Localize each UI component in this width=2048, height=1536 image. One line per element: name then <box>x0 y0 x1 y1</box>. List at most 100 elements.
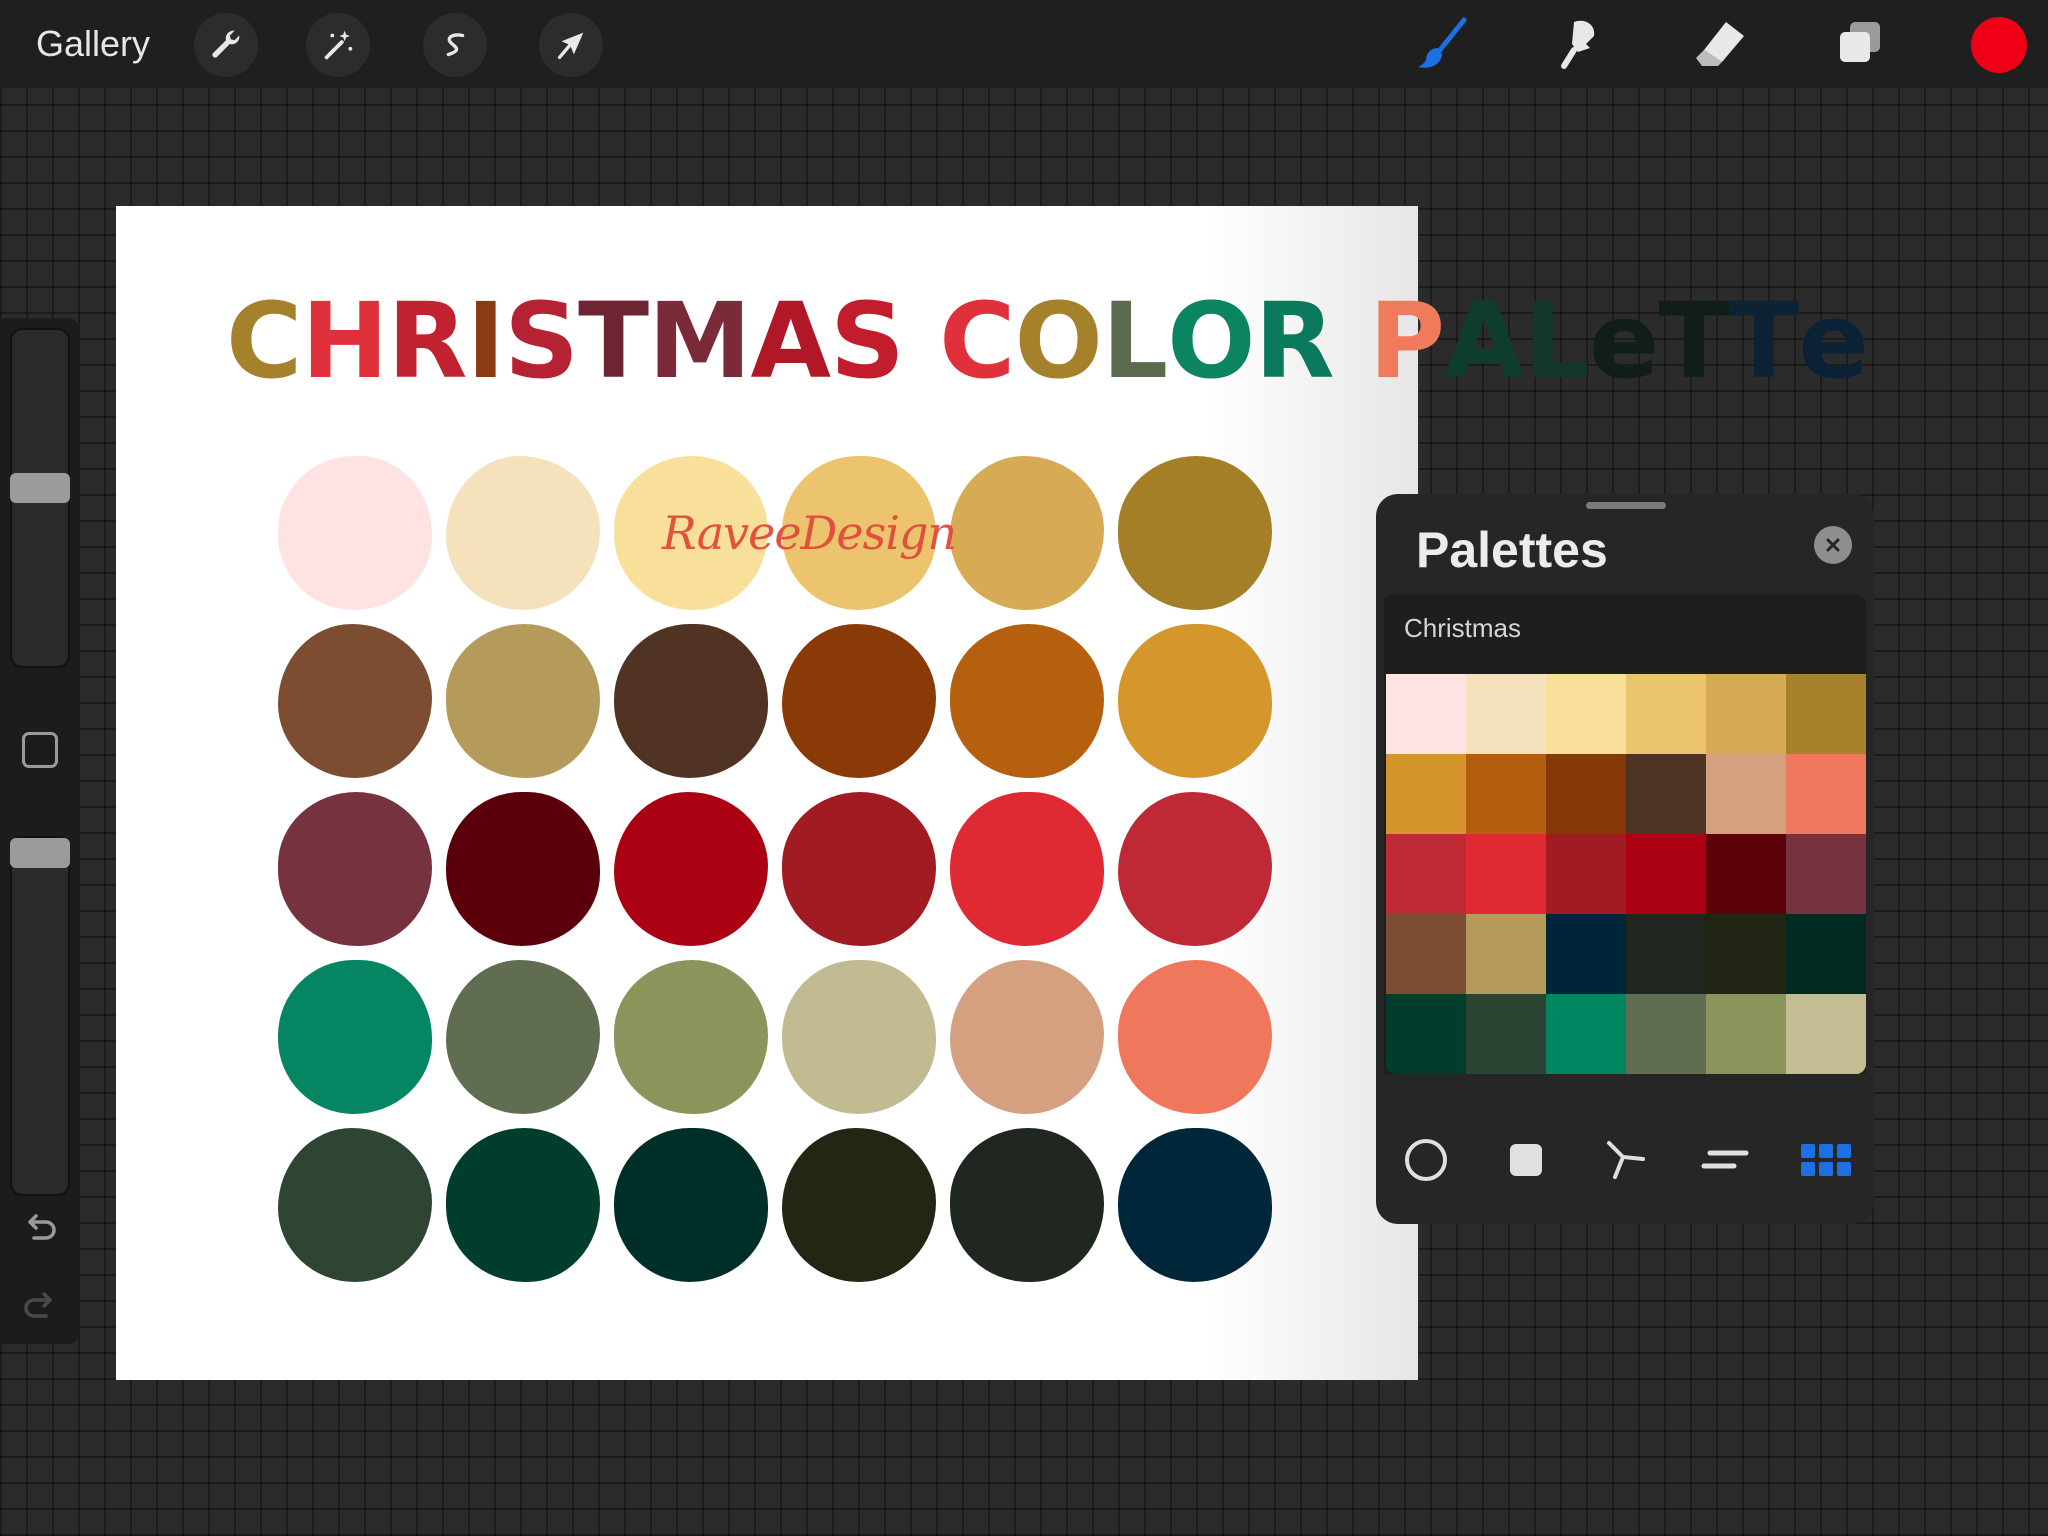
palette-swatch[interactable] <box>1466 914 1546 994</box>
value-view-icon[interactable] <box>1700 1134 1752 1186</box>
palette-swatch[interactable] <box>1386 834 1466 914</box>
color-swatch-blob <box>782 624 936 778</box>
selection-s-icon-glyph <box>446 33 465 57</box>
title-letter: T <box>578 280 649 402</box>
color-swatch-blob <box>1118 792 1272 946</box>
color-swatch-blob <box>950 1128 1104 1282</box>
modify-square-icon[interactable] <box>22 732 58 768</box>
color-swatch-blob <box>446 1128 600 1282</box>
title-letter: R <box>1254 280 1369 402</box>
watermark-text: RaveeDesign <box>662 506 957 560</box>
title-letter: T <box>1728 280 1799 402</box>
palette-name[interactable]: Christmas <box>1404 610 1521 646</box>
color-swatch-blob <box>446 960 600 1114</box>
title-letter: C <box>226 280 302 402</box>
selection-s-icon[interactable] <box>423 13 487 77</box>
smudge-icon[interactable] <box>1546 10 1614 78</box>
palette-swatch[interactable] <box>1786 754 1866 834</box>
wrench-icon[interactable] <box>194 13 258 77</box>
gallery-button[interactable]: Gallery <box>36 22 150 66</box>
color-swatch-blob <box>614 624 768 778</box>
palette-swatch[interactable] <box>1466 834 1546 914</box>
classic-view-icon[interactable] <box>1500 1134 1552 1186</box>
palette-swatch[interactable] <box>1626 834 1706 914</box>
color-swatch-blob <box>950 624 1104 778</box>
palette-swatch[interactable] <box>1546 674 1626 754</box>
color-swatch-blob <box>1118 1128 1272 1282</box>
palette-swatch[interactable] <box>1386 994 1466 1074</box>
palette-swatch[interactable] <box>1546 914 1626 994</box>
opacity-slider[interactable] <box>10 836 70 1196</box>
palette-swatch[interactable] <box>1626 674 1706 754</box>
eraser-icon[interactable] <box>1686 10 1754 78</box>
palette-swatch[interactable] <box>1626 754 1706 834</box>
title-letter: e <box>1798 280 1869 402</box>
palette-swatch[interactable] <box>1706 674 1786 754</box>
palette-swatch[interactable] <box>1786 914 1866 994</box>
classic-view-icon-glyph <box>1510 1144 1542 1176</box>
left-sidebar <box>0 318 80 1344</box>
color-swatch-blob <box>950 456 1104 610</box>
color-view-tabs <box>1376 1124 1874 1194</box>
top-toolbar: Gallery <box>0 0 2048 88</box>
wrench-icon-glyph <box>212 30 240 58</box>
palette-swatch[interactable] <box>1386 674 1466 754</box>
redo-icon[interactable] <box>20 1286 60 1326</box>
title-letter: L <box>1523 280 1590 402</box>
palette-swatch[interactable] <box>1546 754 1626 834</box>
brush-size-handle[interactable] <box>10 472 70 503</box>
palette-swatch[interactable] <box>1466 994 1546 1074</box>
palette-swatch[interactable] <box>1706 834 1786 914</box>
title-letter: I <box>466 280 505 402</box>
color-swatch-blob <box>950 960 1104 1114</box>
palette-swatch[interactable] <box>1546 834 1626 914</box>
arrow-cursor-icon-glyph <box>557 32 584 60</box>
color-swatch-blob <box>278 1128 432 1282</box>
color-swatch-blob <box>614 960 768 1114</box>
palette-swatch[interactable] <box>1786 994 1866 1074</box>
disc-view-icon[interactable] <box>1400 1134 1452 1186</box>
current-color-button[interactable] <box>1971 17 2027 73</box>
magic-wand-icon[interactable] <box>306 13 370 77</box>
palette-grid <box>1386 674 1866 1074</box>
title-letter: A <box>1444 280 1524 402</box>
palette-swatch[interactable] <box>1706 914 1786 994</box>
harmony-view-icon[interactable] <box>1600 1134 1652 1186</box>
palette-swatch[interactable] <box>1706 994 1786 1074</box>
arrow-cursor-icon[interactable] <box>539 13 603 77</box>
panel-grabber[interactable] <box>1586 502 1666 509</box>
smudge-icon-glyph <box>1561 20 1595 69</box>
panel-title: Palettes <box>1416 522 1608 578</box>
title-letter: H <box>301 280 388 402</box>
drawing-canvas[interactable]: CHRISTMAS COLOR PALeTTe RaveeDesign <box>116 206 1869 1380</box>
opacity-handle[interactable] <box>10 838 70 868</box>
palette-swatch[interactable] <box>1626 994 1706 1074</box>
palette-swatch[interactable] <box>1466 674 1546 754</box>
layers-icon[interactable] <box>1826 10 1894 78</box>
palette-swatch[interactable] <box>1466 754 1546 834</box>
color-swatch-blob <box>950 792 1104 946</box>
brush-icon-glyph <box>1418 17 1467 68</box>
close-icon[interactable] <box>1814 526 1852 564</box>
palette-swatch[interactable] <box>1626 914 1706 994</box>
title-letter: e <box>1588 280 1660 402</box>
color-swatch-blob <box>614 1128 768 1282</box>
artwork-title: CHRISTMAS COLOR PALeTTe <box>226 266 1869 416</box>
swatch-blob-grid <box>278 456 1292 1306</box>
palette-swatch[interactable] <box>1786 674 1866 754</box>
palette-swatch[interactable] <box>1386 754 1466 834</box>
palette-swatch[interactable] <box>1706 754 1786 834</box>
palette-swatch[interactable] <box>1786 834 1866 914</box>
color-swatch-blob <box>278 792 432 946</box>
magic-wand-icon-glyph <box>324 30 353 60</box>
undo-icon[interactable] <box>20 1208 60 1248</box>
palette-swatch[interactable] <box>1386 914 1466 994</box>
close-icon-glyph <box>1826 538 1840 552</box>
palettes-view-icon[interactable] <box>1800 1134 1852 1186</box>
disc-view-icon-glyph <box>1405 1139 1447 1181</box>
palette-swatch[interactable] <box>1546 994 1626 1074</box>
brush-icon[interactable] <box>1408 10 1476 78</box>
title-letter: M <box>648 280 751 402</box>
color-swatch-blob <box>782 960 936 1114</box>
title-letter: S <box>830 280 940 402</box>
